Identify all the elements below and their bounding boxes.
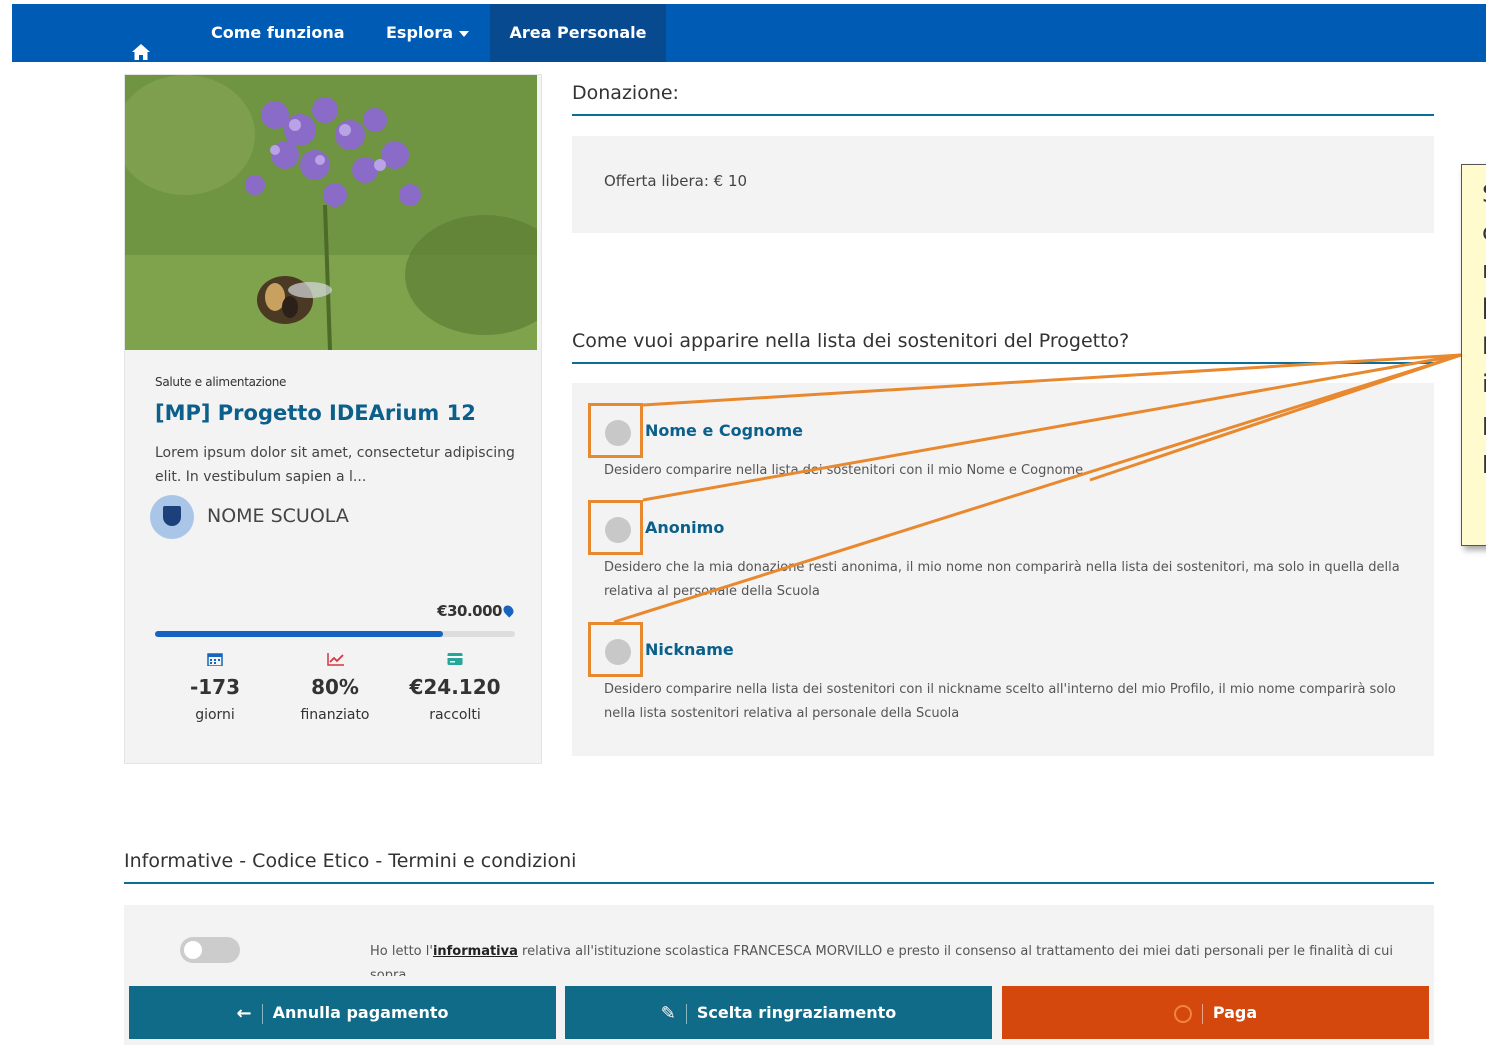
callout-line: [	[1482, 289, 1486, 327]
cancel-payment-button[interactable]: ← Annulla pagamento	[129, 986, 556, 1039]
callout-line: c	[1482, 213, 1486, 251]
choose-thanks-label: Scelta ringraziamento	[696, 1003, 897, 1022]
coin-icon	[1173, 1004, 1192, 1023]
callout-line: p	[1482, 441, 1486, 479]
pay-label: Paga	[1212, 1003, 1258, 1022]
annotation-callout-text: S c r [ I i p p	[1482, 175, 1486, 479]
arrow-left-icon: ←	[236, 1003, 252, 1024]
callout-line: p	[1482, 403, 1486, 441]
cancel-payment-label: Annulla pagamento	[272, 1003, 449, 1022]
pencil-icon: ✎	[660, 1003, 676, 1024]
consent-before: Ho letto l'	[370, 944, 433, 959]
callout-line: I	[1482, 327, 1486, 365]
callout-line: S	[1482, 175, 1486, 213]
callout-arrows	[613, 353, 1462, 624]
annotation-callout: S c r [ I i p p	[1461, 164, 1486, 546]
consent-toggle[interactable]	[180, 937, 240, 963]
button-separator	[261, 1003, 263, 1024]
button-separator	[1201, 1003, 1203, 1024]
choose-thanks-button[interactable]: ✎ Scelta ringraziamento	[565, 986, 992, 1039]
consent-text: Ho letto l'informativa relativa all'isti…	[370, 940, 1410, 976]
pay-button[interactable]: Paga	[1002, 986, 1429, 1039]
toggle-knob	[184, 941, 202, 959]
consent-after: relativa all'istituzione scolastica FRAN…	[370, 944, 1393, 976]
terms-section-title: Informative - Codice Etico - Termini e c…	[124, 850, 1434, 884]
callout-line: r	[1482, 251, 1486, 289]
button-separator	[685, 1003, 687, 1024]
informativa-link[interactable]: informativa	[433, 944, 518, 959]
callout-line: i	[1482, 365, 1486, 403]
